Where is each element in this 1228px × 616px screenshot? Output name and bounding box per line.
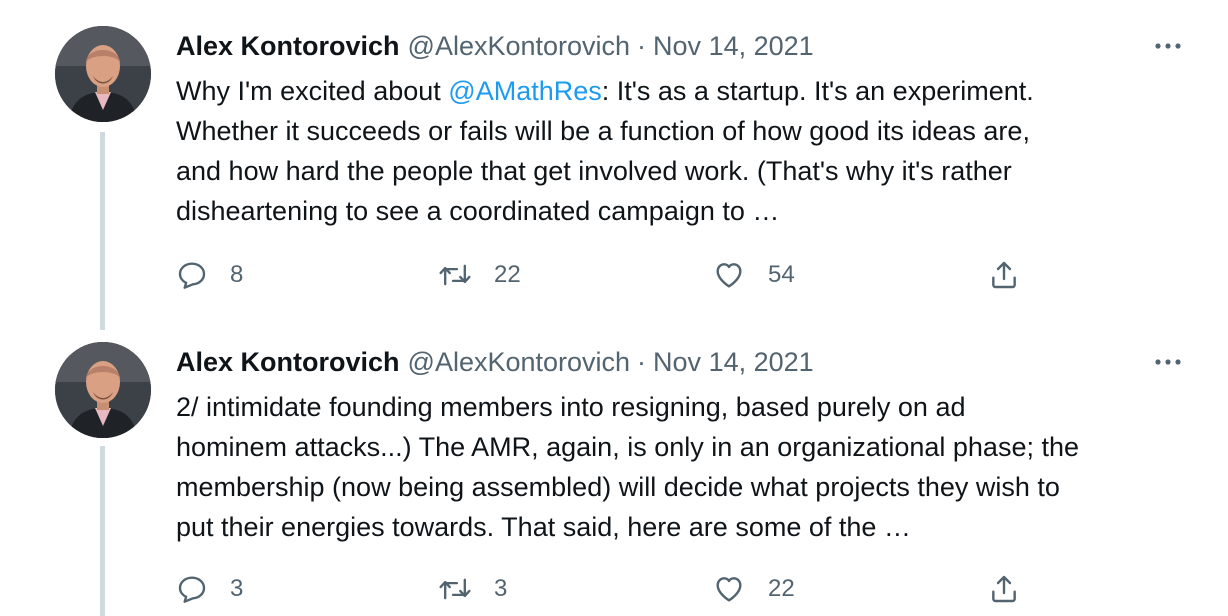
thread-connector-line (100, 446, 105, 616)
tweet-date[interactable]: Nov 14, 2021 (653, 29, 814, 63)
thread-connector-line (100, 132, 105, 330)
like-count: 22 (768, 575, 795, 602)
tweet-text-segment: Why I'm excited about (176, 76, 449, 106)
tweet-actions: 8 22 54 (176, 255, 1056, 295)
tweet[interactable]: Alex Kontorovich @AlexKontorovich · Nov … (0, 0, 1228, 330)
reply-icon (178, 576, 206, 603)
tweet-header: Alex Kontorovich @AlexKontorovich · Nov … (176, 29, 814, 63)
retweet-button[interactable]: 3 (438, 569, 507, 609)
tweet-date[interactable]: Nov 14, 2021 (653, 345, 814, 379)
reply-icon (178, 262, 206, 289)
avatar[interactable] (55, 342, 151, 438)
retweet-count: 3 (494, 575, 508, 602)
retweet-icon (439, 264, 471, 286)
retweet-icon (439, 578, 471, 600)
like-button[interactable]: 22 (712, 569, 795, 609)
tweet-text-line: hominem attacks...) The AMR, again, is o… (176, 432, 1079, 462)
share-button[interactable] (988, 255, 1020, 295)
tweet-text-line: and how hard the people that get involve… (176, 156, 1012, 186)
avatar-photo (55, 26, 151, 122)
tweet-text-line: put their energies towards. That said, h… (176, 512, 911, 542)
heart-icon (716, 577, 742, 602)
tweet-text-segment: : It's as a startup. It's an experiment. (601, 76, 1034, 106)
tweet[interactable]: Alex Kontorovich @AlexKontorovich · Nov … (0, 330, 1228, 616)
reply-count: 8 (230, 261, 244, 288)
reply-count: 3 (230, 575, 244, 602)
more-horizontal-icon (1155, 43, 1181, 49)
tweet-actions: 3 3 22 (176, 569, 1056, 609)
heart-icon (716, 263, 742, 288)
tweet-text: Why I'm excited about @AMathRes: It's as… (176, 71, 1196, 231)
more-options-button[interactable] (1148, 29, 1188, 63)
reply-button[interactable]: 3 (176, 569, 243, 609)
tweet-text-line: 2/ intimidate founding members into resi… (176, 392, 966, 422)
more-horizontal-icon (1155, 359, 1181, 365)
like-button[interactable]: 54 (712, 255, 795, 295)
share-icon (992, 261, 1016, 289)
reply-button[interactable]: 8 (176, 255, 243, 295)
author-handle[interactable]: @AlexKontorovich (408, 29, 631, 63)
author-handle[interactable]: @AlexKontorovich (408, 345, 631, 379)
header-separator: · (637, 347, 647, 377)
header-separator: · (637, 31, 647, 61)
more-options-button[interactable] (1148, 345, 1188, 379)
tweet-text-line: disheartening to see a coordinated campa… (176, 196, 780, 226)
share-icon (992, 575, 1016, 603)
like-count: 54 (768, 261, 795, 288)
avatar-photo (55, 342, 151, 438)
tweet-text-line: Why I'm excited about @AMathRes: It's as… (176, 71, 1196, 111)
tweet-text-line: Whether it succeeds or fails will be a f… (176, 116, 1030, 146)
author-name[interactable]: Alex Kontorovich (176, 29, 400, 63)
share-button[interactable] (988, 569, 1020, 609)
avatar[interactable] (55, 26, 151, 122)
mention-link[interactable]: @AMathRes (448, 76, 601, 106)
tweet-text-line: membership (now being assembled) will de… (176, 472, 1060, 502)
author-name[interactable]: Alex Kontorovich (176, 345, 400, 379)
retweet-count: 22 (494, 261, 521, 288)
tweet-header: Alex Kontorovich @AlexKontorovich · Nov … (176, 345, 814, 379)
retweet-button[interactable]: 22 (438, 255, 521, 295)
tweet-text: 2/ intimidate founding members into resi… (176, 387, 1196, 547)
